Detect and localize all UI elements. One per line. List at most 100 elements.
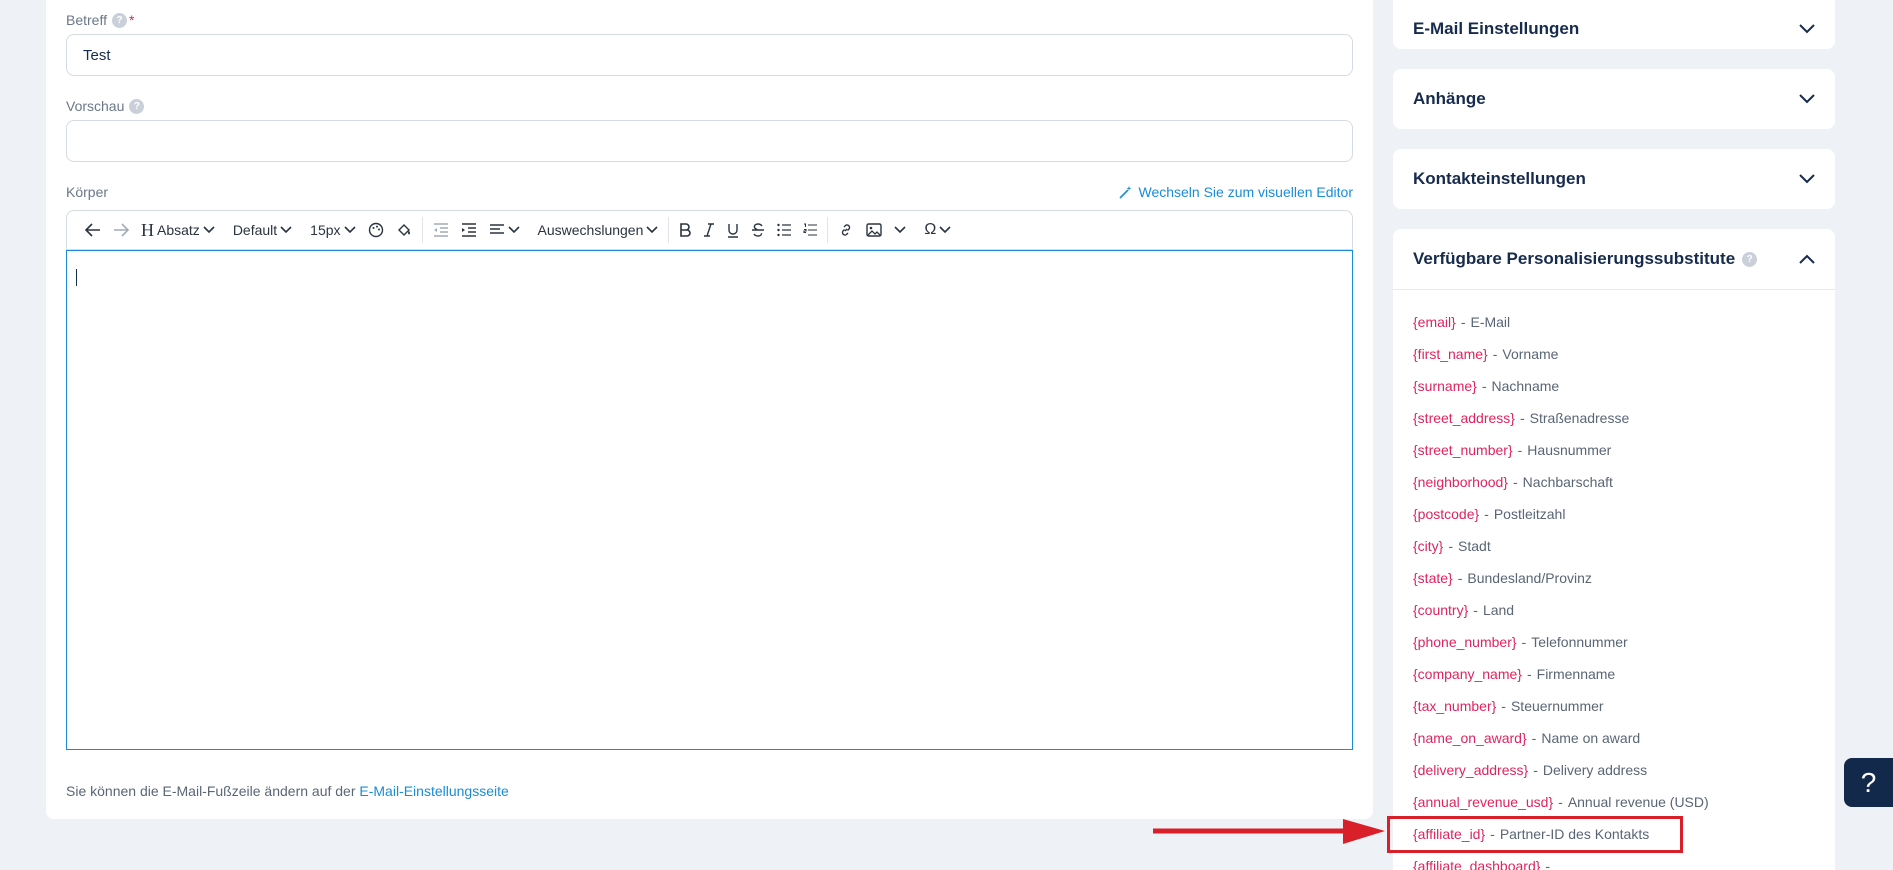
substitute-description: Delivery address bbox=[1542, 762, 1648, 778]
attachments-section[interactable]: Anhänge bbox=[1393, 69, 1835, 129]
help-icon[interactable]: ? bbox=[129, 98, 145, 114]
strikethrough-button[interactable] bbox=[745, 215, 771, 245]
substitute-separator: - bbox=[1481, 378, 1487, 394]
substitute-separator: - bbox=[1526, 666, 1532, 682]
annotation-arrow-icon bbox=[1153, 819, 1385, 844]
substitute-key: {company_name} bbox=[1413, 666, 1522, 682]
highlight-box bbox=[1387, 816, 1683, 853]
replacements-label: Auswechslungen bbox=[537, 222, 644, 238]
paint-bucket-icon bbox=[397, 224, 410, 236]
substitute-item[interactable]: {state} - Bundesland/Provinz bbox=[1413, 562, 1815, 594]
arrow-right-icon bbox=[114, 223, 129, 237]
substitute-key: {tax_number} bbox=[1413, 698, 1497, 714]
substitute-separator: - bbox=[1517, 442, 1523, 458]
substitute-item[interactable]: {city} - Stadt bbox=[1413, 530, 1815, 562]
chevron-down-icon bbox=[203, 226, 215, 234]
substitute-separator: - bbox=[1448, 538, 1454, 554]
substitute-item[interactable]: {first_name} - Vorname bbox=[1413, 338, 1815, 370]
substitute-description: Stadt bbox=[1458, 538, 1491, 554]
substitute-separator: - bbox=[1558, 794, 1563, 810]
chevron-up-icon bbox=[1799, 254, 1815, 264]
substitute-item[interactable]: {phone_number} - Telefonnummer bbox=[1413, 626, 1815, 658]
insert-link-button[interactable] bbox=[832, 215, 860, 245]
email-settings-section[interactable]: E-Mail Einstellungen bbox=[1393, 0, 1835, 49]
help-button-label: ? bbox=[1860, 766, 1877, 798]
substitute-item[interactable]: {country} - Land bbox=[1413, 594, 1815, 626]
substitute-separator: - bbox=[1501, 698, 1506, 714]
substitute-item[interactable]: {annual_revenue_usd} - Annual revenue (USD… bbox=[1413, 786, 1815, 818]
magic-wand-icon bbox=[1119, 186, 1132, 199]
substitute-item[interactable]: {surname} - Nachname bbox=[1413, 370, 1815, 402]
insert-image-button[interactable] bbox=[860, 215, 888, 245]
substitute-description: Steuernummer bbox=[1510, 698, 1604, 714]
preview-input[interactable] bbox=[66, 120, 1353, 162]
email-settings-link[interactable]: E-Mail-Einstellungsseite bbox=[359, 783, 508, 799]
paragraph-format-dropdown[interactable]: H Absatz bbox=[135, 215, 221, 245]
required-marker: * bbox=[129, 12, 135, 28]
italic-button[interactable] bbox=[697, 215, 721, 245]
bullet-list-button[interactable] bbox=[771, 215, 797, 245]
italic-icon bbox=[704, 223, 715, 237]
substitute-item[interactable]: {affiliate_dashboard} - bbox=[1413, 850, 1815, 870]
contact-settings-section[interactable]: Kontakteinstellungen bbox=[1393, 149, 1835, 209]
section-header[interactable]: Kontakteinstellungen bbox=[1393, 149, 1835, 209]
substitute-item[interactable]: {delivery_address} - Delivery address bbox=[1413, 754, 1815, 786]
substitute-item[interactable]: {name_on_award} - Name on award bbox=[1413, 722, 1815, 754]
body-label-text: Körper bbox=[66, 184, 109, 200]
text-cursor bbox=[76, 269, 77, 286]
section-header[interactable]: Anhänge bbox=[1393, 69, 1835, 129]
substitute-description: Vorname bbox=[1502, 346, 1559, 362]
personalization-section: Verfügbare Personalisierungssubstitute ?… bbox=[1393, 229, 1835, 870]
help-icon[interactable]: ? bbox=[112, 12, 127, 28]
redo-button[interactable] bbox=[107, 215, 135, 245]
palette-icon bbox=[368, 222, 383, 238]
section-title: Kontakteinstellungen bbox=[1413, 169, 1586, 188]
toolbar-divider bbox=[668, 217, 670, 243]
bold-button[interactable] bbox=[673, 215, 697, 245]
subject-input[interactable]: Test bbox=[66, 34, 1353, 76]
substitute-separator: - bbox=[1457, 570, 1463, 586]
substitute-key: {state} bbox=[1413, 570, 1453, 586]
footer-note: Sie können die E-Mail-Fußzeile ändern au… bbox=[66, 783, 509, 799]
align-dropdown[interactable] bbox=[483, 215, 526, 245]
section-title: Verfügbare Personalisierungssubstitute bbox=[1413, 249, 1736, 268]
substitute-key: {name_on_award} bbox=[1413, 730, 1527, 746]
substitute-separator: - bbox=[1519, 410, 1525, 426]
special-characters-dropdown[interactable]: Ω bbox=[918, 215, 957, 245]
substitute-item[interactable]: {neighborhood} - Nachbarschaft bbox=[1413, 466, 1815, 498]
more-insert-dropdown[interactable] bbox=[888, 215, 912, 245]
body-label: Körper bbox=[66, 184, 108, 200]
font-family-dropdown[interactable]: Default bbox=[227, 215, 298, 245]
body-editor[interactable] bbox=[66, 250, 1353, 750]
substitute-description: Straßenadresse bbox=[1529, 410, 1630, 426]
chevron-down-icon bbox=[939, 226, 951, 234]
substitute-description: Annual revenue (USD) bbox=[1567, 794, 1709, 810]
replacements-dropdown[interactable]: Auswechslungen bbox=[532, 215, 665, 245]
substitute-item[interactable]: {street_address} - Straßenadresse bbox=[1413, 402, 1815, 434]
background-color-button[interactable] bbox=[390, 215, 418, 245]
section-header[interactable]: E-Mail Einstellungen bbox=[1393, 0, 1835, 49]
substitute-item[interactable]: {tax_number} - Steuernummer bbox=[1413, 690, 1815, 722]
section-header[interactable]: Verfügbare Personalisierungssubstitute ? bbox=[1393, 229, 1835, 289]
substitute-key: {annual_revenue_usd} bbox=[1413, 794, 1554, 810]
underline-button[interactable] bbox=[721, 215, 745, 245]
substitute-item[interactable]: {email} - E-Mail bbox=[1413, 306, 1815, 338]
substitute-item[interactable]: {company_name} - Firmenname bbox=[1413, 658, 1815, 690]
preview-label: Vorschau ? bbox=[66, 98, 145, 114]
preview-label-text: Vorschau bbox=[66, 98, 125, 114]
help-button[interactable]: ? bbox=[1844, 758, 1893, 807]
text-color-button[interactable] bbox=[362, 215, 390, 245]
switch-visual-editor-link[interactable]: Wechseln Sie zum visuellen Editor bbox=[1119, 184, 1353, 200]
numbered-list-button[interactable] bbox=[797, 215, 823, 245]
substitute-separator: - bbox=[1533, 762, 1538, 778]
substitute-key: {email} bbox=[1413, 314, 1456, 330]
switch-editor-text: Wechseln Sie zum visuellen Editor bbox=[1138, 184, 1353, 200]
indent-button[interactable] bbox=[455, 215, 483, 245]
substitute-item[interactable]: {postcode} - Postleitzahl bbox=[1413, 498, 1815, 530]
substitute-description: Hausnummer bbox=[1527, 442, 1612, 458]
substitute-item[interactable]: {street_number} - Hausnummer bbox=[1413, 434, 1815, 466]
outdent-button[interactable] bbox=[427, 215, 455, 245]
font-size-dropdown[interactable]: 15px bbox=[304, 215, 361, 245]
help-icon[interactable]: ? bbox=[1742, 251, 1758, 267]
undo-button[interactable] bbox=[79, 215, 107, 245]
